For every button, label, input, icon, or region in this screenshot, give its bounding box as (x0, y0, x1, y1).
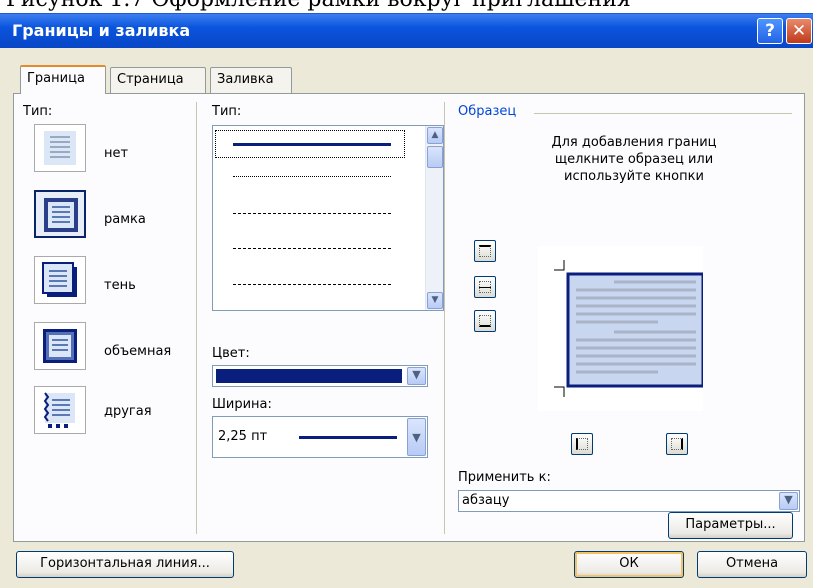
style-list-scrollbar[interactable]: ▲ ▼ (425, 126, 443, 310)
type-box-button[interactable] (34, 190, 86, 238)
preview-group-label: Образец (458, 104, 517, 119)
cancel-button[interactable]: Отмена (697, 551, 807, 578)
options-button[interactable]: Параметры... (668, 512, 793, 539)
divider-right (444, 102, 445, 534)
type-box-label: рамка (104, 212, 146, 227)
scroll-up-button[interactable]: ▲ (427, 127, 443, 144)
window-title: Границы и заливка (12, 21, 191, 40)
border-top-icon (479, 245, 491, 257)
preview-group-line (534, 113, 792, 114)
chevron-down-icon[interactable]: ▼ (407, 367, 426, 385)
border-left-button[interactable] (571, 433, 593, 455)
apply-to-label: Применить к: (458, 470, 551, 485)
color-label: Цвет: (212, 346, 250, 361)
divider-left (196, 102, 197, 534)
ok-button[interactable]: ОК (574, 551, 684, 578)
help-button[interactable]: ? (757, 18, 783, 44)
color-dropdown[interactable]: ▼ (212, 365, 428, 387)
tab-page[interactable]: Страница (110, 67, 206, 93)
type-shadow-button[interactable] (34, 256, 86, 304)
tab-label: Граница (27, 71, 85, 86)
middle-line (479, 287, 491, 288)
border-custom-icon (43, 392, 75, 428)
line-sample-dashed-fine (233, 213, 391, 214)
border-left-icon (576, 438, 588, 450)
border-right-button[interactable] (666, 433, 688, 455)
tab-fill[interactable]: Заливка (210, 67, 292, 93)
border-middle-button[interactable] (474, 276, 496, 298)
width-line-sample (299, 436, 397, 439)
type-none-button[interactable] (34, 124, 86, 172)
close-button[interactable]: ✕ (786, 18, 812, 44)
chevron-down-icon[interactable]: ▼ (779, 492, 798, 510)
border-box-icon (44, 198, 78, 232)
type-3d-button[interactable] (34, 322, 86, 370)
scroll-thumb[interactable] (427, 146, 443, 168)
line-sample-dotted (233, 176, 391, 177)
type-3d-label: объемная (104, 344, 172, 359)
preview-instruction: Для добавления границ щелкните образец и… (551, 135, 717, 184)
width-value: 2,25 пт (218, 429, 268, 444)
tab-label: Заливка (217, 72, 274, 87)
style-label: Тип: (212, 104, 242, 119)
horizontal-line-button[interactable]: Горизонтальная линия... (16, 551, 234, 578)
color-swatch (216, 369, 402, 383)
apply-to-dropdown[interactable]: абзацу ▼ (458, 490, 800, 512)
type-label: Тип: (23, 104, 53, 119)
tab-border[interactable]: Граница (20, 65, 106, 94)
width-label: Ширина: (212, 397, 272, 412)
type-custom-label: другая (104, 404, 152, 419)
line-sample-dash-dot (233, 284, 391, 285)
line-style-list[interactable]: ▲ ▼ (212, 125, 444, 311)
chevron-down-icon[interactable]: ▼ (407, 418, 426, 456)
page: { "caption": "Рисунок 1.7 Оформление рам… (0, 0, 813, 588)
border-right-icon (671, 438, 683, 450)
tab-label: Страница (117, 72, 184, 87)
border-preview[interactable] (538, 246, 717, 411)
line-sample-solid (233, 143, 391, 146)
border-none-icon (44, 131, 76, 165)
border-3d-icon (43, 329, 77, 363)
type-shadow-label: тень (104, 278, 136, 293)
title-bar: Границы и заливка ? ✕ (0, 13, 813, 48)
border-bottom-button[interactable] (474, 310, 496, 332)
border-bottom-icon (479, 315, 491, 327)
scroll-down-button[interactable]: ▼ (427, 292, 443, 309)
line-sample-dashed (233, 248, 391, 249)
width-dropdown[interactable]: 2,25 пт ▼ (212, 416, 428, 458)
apply-to-value: абзацу (462, 493, 510, 508)
tab-panel: Тип: нет рамка тень объемная другая Тип:… (13, 93, 805, 542)
border-shadow-icon (42, 262, 77, 297)
border-top-button[interactable] (474, 240, 496, 262)
type-custom-button[interactable] (34, 386, 86, 434)
preview-drawing (554, 260, 717, 397)
type-none-label: нет (104, 146, 129, 161)
